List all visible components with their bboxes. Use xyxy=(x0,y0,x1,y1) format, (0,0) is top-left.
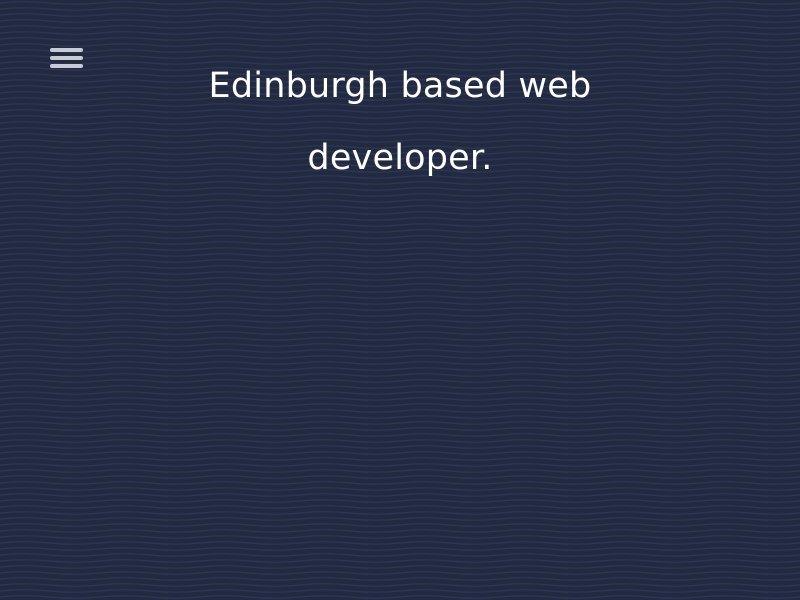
hamburger-menu-icon xyxy=(50,48,83,68)
hero-headline: Edinburgh based web developer. xyxy=(208,66,592,178)
menu-button[interactable] xyxy=(46,44,88,78)
